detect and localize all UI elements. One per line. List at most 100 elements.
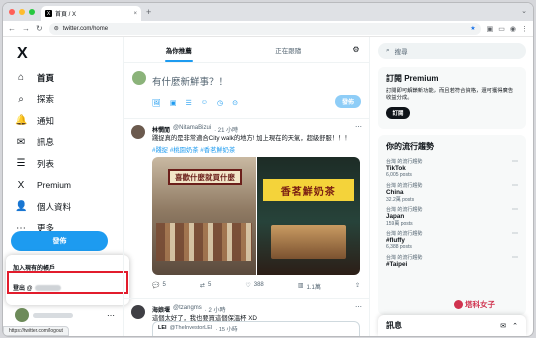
nav-item-home[interactable]: ⌂ 首頁 [15,67,71,89]
trend-item[interactable]: 台灣 的流行趨勢 TikTok 6,005 posts ⋯ [386,158,518,182]
trend-item[interactable]: 台灣 的流行趨勢 China 32.2萬 posts ⋯ [386,182,518,206]
avatar [15,308,29,322]
tab-for-you[interactable]: 為你推薦 [124,37,234,62]
premium-title: 訂閱 Premium [386,74,439,83]
nav-label: Premium [37,180,72,191]
minimize-window-button[interactable] [19,9,25,15]
nav-item-notifications[interactable]: 🔔 通知 [15,110,71,132]
extension-icon[interactable]: ▣ [487,25,494,33]
schedule-icon[interactable]: ◷ [217,99,223,107]
quote-time: · 15 小時 [215,327,238,333]
blurred-account-name [33,312,73,318]
avatar [132,71,146,85]
trend-name: China [386,189,404,196]
emoji-icon[interactable]: ☺ [201,99,208,107]
photo-tea-shop[interactable]: 香茗鮮奶茶 [256,157,360,275]
watermark-logo-icon [454,300,463,309]
premium-description: 訂閱即可解鎖新功能，而且若符合資格，還可獲得廣告收益分成。 [386,88,514,102]
views-button[interactable]: ▥ 1.1萬 [298,282,321,291]
right-sidebar: ⌕ 搜尋 訂閱 Premium 訂閱即可解鎖新功能，而且若符合資格，還可獲得廣告… [378,37,526,336]
x-logo-icon[interactable]: X [17,45,28,63]
browser-window: X 首頁 / X × + ⌄ ← → ↻ ⊜ twitter.com/home … [3,3,533,336]
poll-icon[interactable]: ☰ [186,99,192,107]
tweet[interactable]: 林憫閒 @NitamaBizui · 21 小時 ⋯ 踐捉真的是非常適合City… [124,119,369,299]
tweet-media[interactable]: 喜歡什麼就買什麼 香茗鮮奶茶 [152,157,360,275]
browser-tab[interactable]: X 首頁 / X × [41,6,141,21]
reply-button[interactable]: 💬 5 [152,282,166,291]
trend-name: TikTok [386,165,406,172]
trend-item[interactable]: 台灣 的流行趨勢 Japan 159萬 posts ⋯ [386,206,518,230]
more-dots-icon[interactable]: ⋯ [107,311,115,320]
search-input[interactable]: ⌕ 搜尋 [378,43,526,59]
reload-icon[interactable]: ↻ [36,24,43,33]
trend-posts: 159萬 posts [386,221,413,227]
compose-toolbar: 🖼 ▣ ☰ ☺ ◷ ⊙ [152,99,238,107]
tab-close-icon[interactable]: × [133,11,137,17]
profile-icon[interactable]: ◉ [510,25,516,33]
maximize-window-button[interactable] [29,9,35,15]
view-count: 1.1萬 [306,285,321,291]
status-bar-url: https://twitter.com/logout [3,326,69,336]
address-toolbar: ← → ↻ ⊜ twitter.com/home ★ ▣ ▭ ◉ ⋮ [3,21,533,37]
chart-icon: ▥ [297,283,304,289]
gif-icon[interactable]: ▣ [170,99,177,107]
tweet-hashtags[interactable]: #踐捉 #桃園奶茶 #香茗鮮奶茶 [152,145,235,154]
account-switcher[interactable]: ⋯ [15,308,115,322]
repost-icon: ⇄ [199,283,205,289]
watermark-text: 塔科女子 [465,300,495,309]
new-tab-button[interactable]: + [146,7,151,17]
tab-list-icon[interactable]: ⌄ [521,7,527,15]
bell-icon: 🔔 [15,115,28,127]
nav-item-lists[interactable]: ☰ 列表 [15,153,71,175]
address-bar[interactable]: ⊜ twitter.com/home ★ [48,22,481,35]
avatar[interactable] [131,125,145,139]
tab-following[interactable]: 正在跟隨 [234,37,344,62]
x-favicon-icon: X [45,10,52,17]
nav-item-profile[interactable]: 👤 個人資料 [15,196,71,218]
tweet[interactable]: 海娘堰 @tzangms · 2 小時 ⋯ 這個太好了，我也要買這個保溫杯 XD… [124,299,369,336]
more-dots-icon[interactable]: ⋯ [512,182,518,189]
more-dots-icon[interactable]: ⋯ [512,206,518,213]
timeline-settings-icon[interactable]: ⚙ [343,37,369,62]
more-dots-icon[interactable]: ⋯ [355,123,362,131]
subscribe-button[interactable]: 訂閱 [386,107,410,120]
nav-item-explore[interactable]: ⌕ 探索 [15,89,71,111]
share-button[interactable]: ⇪ [355,282,360,291]
trend-item[interactable]: 台灣 的流行趨勢 #fluffy 6,388 posts ⋯ [386,230,518,254]
menu-icon[interactable]: ⋮ [521,25,528,33]
trend-context: 台灣 的流行趨勢 [386,183,423,189]
like-button[interactable]: ♡ 388 [245,282,263,291]
location-icon[interactable]: ⊙ [232,99,238,107]
bookmark-star-icon[interactable]: ★ [470,25,475,32]
trend-context: 台灣 的流行趨勢 [386,207,423,213]
compose-post-button[interactable]: 發佈 [335,95,361,108]
more-dots-icon[interactable]: ⋯ [512,158,518,165]
cast-icon[interactable]: ▭ [498,25,505,33]
more-dots-icon[interactable]: ⋯ [512,254,518,261]
new-message-icon[interactable]: ✉ [500,322,506,330]
trends-title: 你的流行趨勢 [386,142,434,151]
avatar[interactable] [131,305,145,319]
post-button[interactable]: 發佈 [11,231,108,251]
nav-item-premium[interactable]: X Premium [15,175,71,197]
trend-item[interactable]: 台灣 的流行趨勢 #Taipei ⋯ [386,254,518,278]
messages-drawer[interactable]: 塔科女子 訊息 ✉ ⌃ [378,300,526,336]
site-info-icon[interactable]: ⊜ [54,25,59,32]
expand-icon[interactable]: ⌃ [512,322,518,330]
url-text: twitter.com/home [62,25,109,32]
photo-shop-interior[interactable]: 喜歡什麼就買什麼 [152,157,256,275]
media-icon[interactable]: 🖼 [152,99,161,107]
forward-icon[interactable]: → [22,24,30,33]
more-dots-icon[interactable]: ⋯ [355,303,362,311]
repost-button[interactable]: ⇄ 5 [200,282,211,291]
compose-input[interactable]: 有什麼新鮮事？！ [152,74,228,88]
quoted-tweet[interactable]: LEI @TheInvestorLEI · 15 小時 [152,321,360,336]
trend-context: 台灣 的流行趨勢 [386,159,423,165]
close-window-button[interactable] [9,9,15,15]
nav-label: 個人資料 [37,201,72,212]
messages-title: 訊息 [386,321,402,330]
back-icon[interactable]: ← [8,24,16,33]
nav-item-messages[interactable]: ✉ 訊息 [15,132,71,154]
search-icon: ⌕ [386,47,390,54]
more-dots-icon[interactable]: ⋯ [512,230,518,237]
